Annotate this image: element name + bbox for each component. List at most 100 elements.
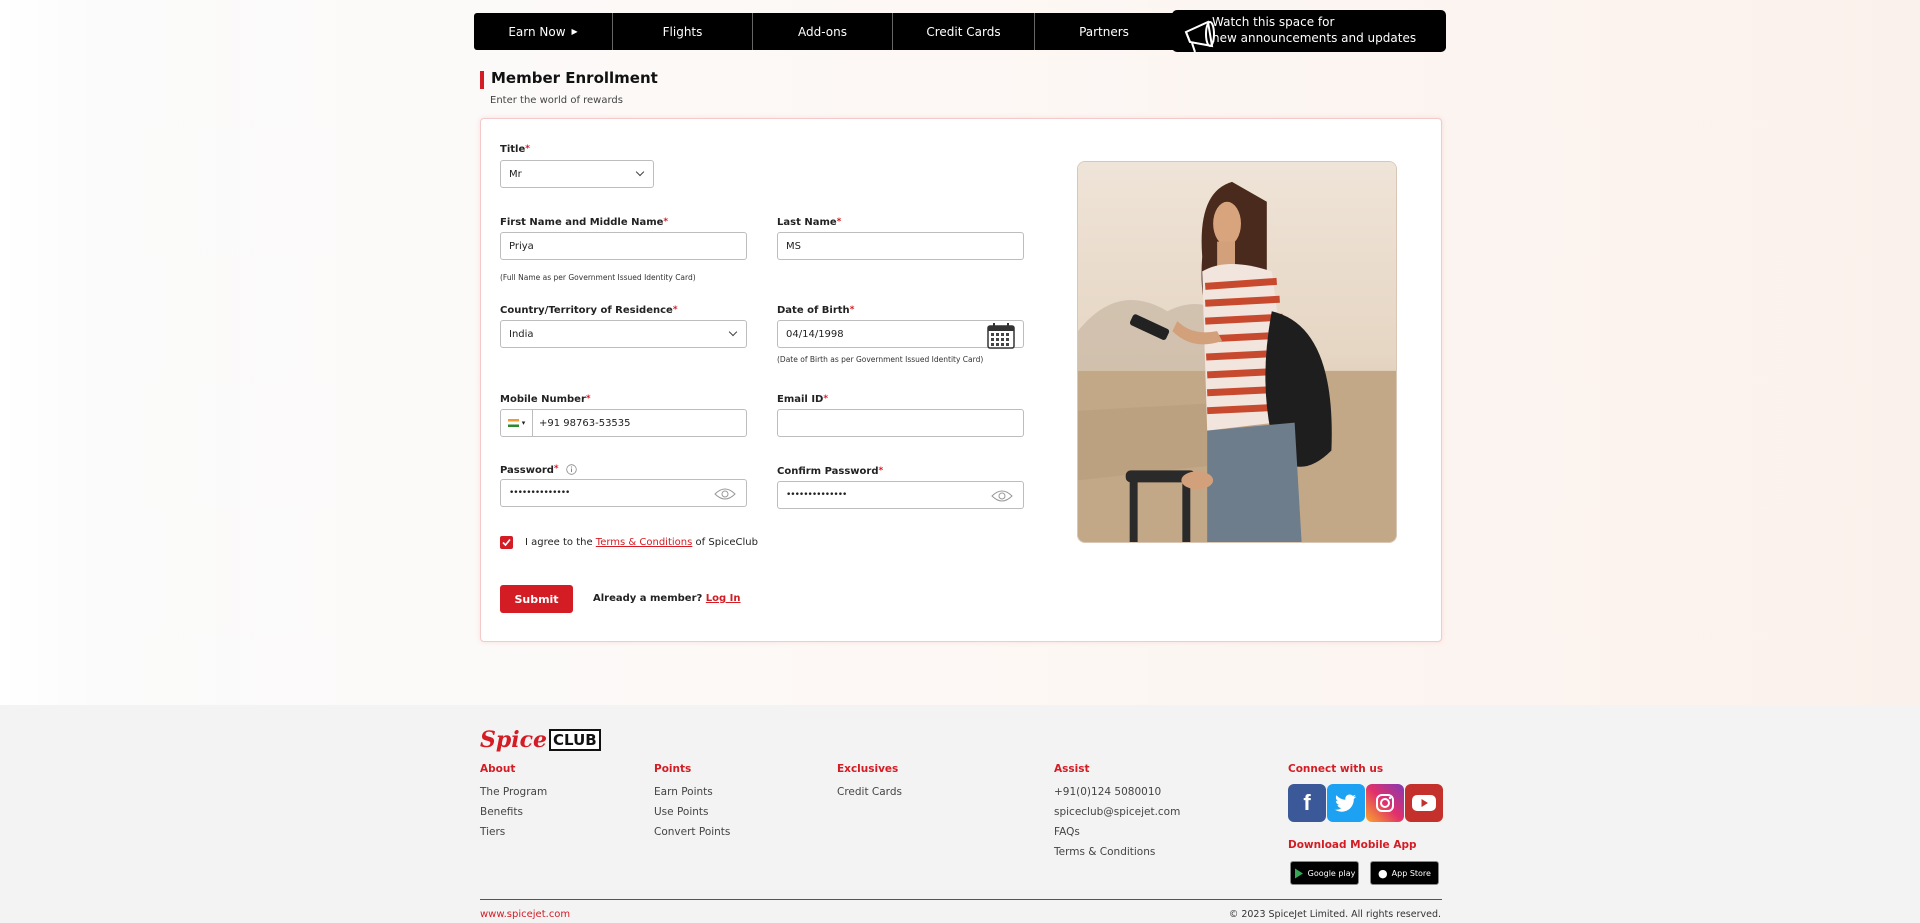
country-select[interactable]: India bbox=[500, 320, 747, 348]
required-mark: * bbox=[878, 466, 884, 476]
terms-prefix: I agree to the bbox=[525, 537, 593, 548]
play-icon bbox=[1294, 868, 1303, 878]
footer-copyright: © 2023 SpiceJet Limited. All rights rese… bbox=[1228, 909, 1441, 920]
footer-link-use-points[interactable]: Use Points bbox=[654, 806, 709, 818]
footer-link-the-program[interactable]: The Program bbox=[480, 786, 547, 798]
password-input[interactable]: •••••••••••••• bbox=[500, 479, 747, 507]
required-mark: * bbox=[553, 464, 559, 474]
nav-flights[interactable]: Flights bbox=[613, 13, 753, 50]
india-flag-icon bbox=[507, 419, 519, 427]
instagram-icon[interactable] bbox=[1366, 784, 1404, 822]
country-select-value: India bbox=[509, 328, 534, 340]
mobile-input[interactable]: ▾ +91 98763-53535 bbox=[500, 409, 747, 437]
email-input[interactable] bbox=[777, 409, 1024, 437]
footer-link-credit-cards[interactable]: Credit Cards bbox=[837, 786, 902, 798]
app-store-label: App Store bbox=[1391, 868, 1431, 878]
app-store-badge[interactable]: ● App Store bbox=[1370, 861, 1439, 885]
last-name-label-text: Last Name bbox=[777, 217, 837, 228]
nav-partners-label: Partners bbox=[1079, 24, 1129, 39]
eye-icon[interactable] bbox=[714, 487, 736, 501]
apple-icon: ● bbox=[1378, 866, 1388, 880]
required-mark: * bbox=[849, 305, 855, 315]
google-play-badge[interactable]: Google play bbox=[1290, 861, 1359, 885]
submit-button[interactable]: Submit bbox=[500, 585, 573, 613]
first-name-note: (Full Name as per Government Issued Iden… bbox=[500, 273, 696, 282]
required-mark: * bbox=[663, 217, 669, 227]
nav-earn-now[interactable]: Earn Now ▶ bbox=[474, 13, 613, 50]
spiceclub-logo[interactable]: Spice CLUB bbox=[480, 727, 601, 753]
twitter-icon[interactable] bbox=[1327, 784, 1365, 822]
footer-link-tiers[interactable]: Tiers bbox=[480, 826, 505, 838]
first-name-input[interactable]: Priya bbox=[500, 232, 747, 260]
dob-label: Date of Birth* bbox=[777, 305, 854, 316]
nav-flights-label: Flights bbox=[662, 24, 703, 39]
page-title: Member Enrollment bbox=[491, 69, 658, 87]
facebook-icon[interactable]: f bbox=[1288, 784, 1326, 822]
google-play-label: Google play bbox=[1307, 868, 1356, 878]
dob-label-text: Date of Birth bbox=[777, 305, 850, 316]
required-mark: * bbox=[525, 144, 530, 154]
already-member-label: Already a member? bbox=[593, 593, 703, 604]
mobile-value: +91 98763-53535 bbox=[539, 417, 631, 429]
confirm-password-label: Confirm Password* bbox=[777, 466, 883, 477]
calendar-icon[interactable] bbox=[987, 323, 1015, 349]
page-subtitle: Enter the world of rewards bbox=[490, 95, 623, 106]
logo-club-text: CLUB bbox=[549, 729, 601, 751]
password-label-text: Password bbox=[500, 465, 554, 476]
last-name-input[interactable]: MS bbox=[777, 232, 1024, 260]
check-icon bbox=[502, 538, 511, 547]
mobile-label-text: Mobile Number bbox=[500, 394, 586, 405]
country-label: Country/Territory of Residence* bbox=[500, 305, 678, 316]
footer-link-earn-points[interactable]: Earn Points bbox=[654, 786, 713, 798]
mobile-label: Mobile Number* bbox=[500, 394, 591, 405]
footer-link-email[interactable]: spiceclub@spicejet.com bbox=[1054, 806, 1180, 818]
email-label-text: Email ID bbox=[777, 394, 824, 405]
first-name-label-text: First Name and Middle Name bbox=[500, 217, 664, 228]
title-select[interactable]: Mr bbox=[500, 160, 654, 188]
terms-text: I agree to the Terms & Conditions of Spi… bbox=[525, 537, 758, 548]
info-icon[interactable] bbox=[566, 464, 577, 475]
last-name-value: MS bbox=[786, 240, 801, 252]
title-label: Title* bbox=[500, 144, 530, 155]
youtube-icon[interactable] bbox=[1405, 784, 1443, 822]
required-mark: * bbox=[836, 217, 842, 227]
footer bbox=[0, 705, 1920, 923]
password-value: •••••••••••••• bbox=[509, 488, 570, 498]
eye-icon[interactable] bbox=[991, 489, 1013, 503]
footer-link-terms[interactable]: Terms & Conditions bbox=[1054, 846, 1155, 858]
footer-link-phone[interactable]: +91(0)124 5080010 bbox=[1054, 786, 1161, 798]
footer-link-benefits[interactable]: Benefits bbox=[480, 806, 523, 818]
title-select-value: Mr bbox=[509, 168, 522, 180]
nav-credit-cards-label: Credit Cards bbox=[926, 24, 1001, 39]
already-member-text: Already a member? Log In bbox=[593, 593, 741, 604]
footer-heading-exclusives: Exclusives bbox=[837, 763, 899, 775]
caret-down-icon: ▾ bbox=[521, 419, 526, 427]
confirm-password-input[interactable]: •••••••••••••• bbox=[777, 481, 1024, 509]
nav-partners[interactable]: Partners bbox=[1035, 13, 1174, 50]
required-mark: * bbox=[672, 305, 678, 315]
required-mark: * bbox=[823, 394, 829, 404]
announcement-line2: new announcements and updates bbox=[1212, 31, 1417, 45]
nav-credit-cards[interactable]: Credit Cards bbox=[893, 13, 1035, 50]
caret-right-icon: ▶ bbox=[571, 27, 578, 36]
required-mark: * bbox=[585, 394, 591, 404]
footer-heading-app: Download Mobile App bbox=[1288, 839, 1417, 851]
dob-input[interactable]: 04/14/1998 bbox=[777, 320, 1024, 349]
footer-heading-connect: Connect with us bbox=[1288, 763, 1384, 775]
footer-link-convert-points[interactable]: Convert Points bbox=[654, 826, 730, 838]
country-code-picker[interactable]: ▾ bbox=[501, 410, 533, 436]
title-accent-bar bbox=[480, 71, 484, 89]
logo-spice-text: Spice bbox=[480, 727, 548, 753]
footer-heading-about: About bbox=[480, 763, 516, 775]
terms-checkbox[interactable] bbox=[500, 536, 513, 549]
last-name-label: Last Name* bbox=[777, 217, 841, 228]
footer-site-link[interactable]: www.spicejet.com bbox=[480, 909, 570, 920]
first-name-label: First Name and Middle Name* bbox=[500, 217, 668, 228]
terms-link[interactable]: Terms & Conditions bbox=[596, 537, 693, 548]
first-name-value: Priya bbox=[509, 240, 534, 252]
nav-add-ons[interactable]: Add-ons bbox=[753, 13, 893, 50]
confirm-password-value: •••••••••••••• bbox=[786, 490, 847, 500]
login-link[interactable]: Log In bbox=[706, 593, 741, 604]
footer-link-faqs[interactable]: FAQs bbox=[1054, 826, 1080, 838]
dob-value: 04/14/1998 bbox=[786, 328, 844, 340]
